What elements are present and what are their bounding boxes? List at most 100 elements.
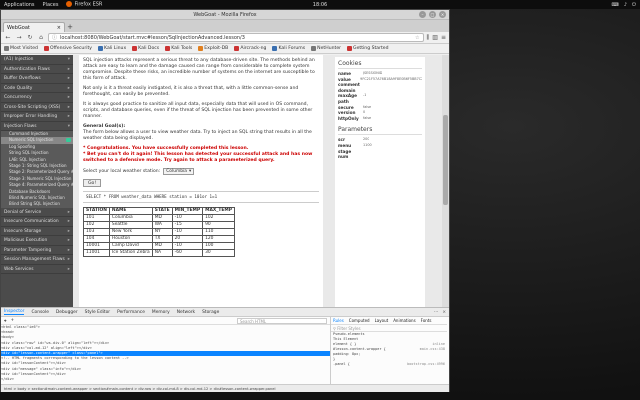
parameters-title: Parameters xyxy=(338,126,422,136)
lesson-category-label: Insecure Communication xyxy=(4,219,59,225)
maximize-icon[interactable]: □ xyxy=(429,11,436,18)
tray-icon[interactable]: ⏻ xyxy=(632,2,636,8)
lesson-category[interactable]: Injection Flaws ▾ xyxy=(1,122,73,131)
cookie-row-value: false xyxy=(363,115,372,120)
devtools-tab[interactable]: Console xyxy=(31,310,48,315)
caret-icon: ▸ xyxy=(67,219,70,225)
lesson-category[interactable]: Denial of Service ▸ xyxy=(1,208,73,218)
table-row: 101 Columbia MD -10 102 xyxy=(83,214,236,222)
close-icon[interactable]: × xyxy=(439,11,446,18)
bookmark-item[interactable]: Aircrack-ng xyxy=(234,46,266,51)
tab-close-icon[interactable]: × xyxy=(57,25,61,31)
lesson-category[interactable]: (A1) Injection ▾ xyxy=(1,55,73,65)
lesson-category[interactable]: Web Services ▸ xyxy=(1,265,73,275)
pick-element-icon[interactable]: ⌖ xyxy=(4,318,6,324)
devtools-tab[interactable]: Style Editor xyxy=(85,310,110,315)
bookmark-icon xyxy=(4,46,9,51)
lesson-category-label: Parameter Tampering xyxy=(4,247,52,253)
forward-icon[interactable]: → xyxy=(15,34,23,42)
rule-source[interactable]: bootstrap.css:4996 xyxy=(407,362,445,367)
station-select[interactable]: Columbia ▾ xyxy=(163,168,195,175)
devtools-tab[interactable]: Network xyxy=(177,310,195,315)
site-info-icon[interactable]: ⓘ xyxy=(52,34,57,41)
rules-tab[interactable]: Animations xyxy=(393,318,415,323)
devtools-tab[interactable]: Storage xyxy=(202,310,219,315)
lesson-category[interactable]: Insecure Storage ▸ xyxy=(1,227,73,237)
lesson-item-label: Numeric SQL Injection xyxy=(9,137,54,143)
reload-icon[interactable]: ↻ xyxy=(26,34,34,42)
search-html-input[interactable]: Search HTML xyxy=(237,317,327,324)
bookmark-star-icon[interactable]: ☆ xyxy=(415,35,419,41)
home-icon[interactable]: ⌂ xyxy=(37,34,45,42)
rules-tab[interactable]: Rules xyxy=(333,318,344,323)
bookmark-item[interactable]: Exploit-DB xyxy=(198,46,228,51)
go-button[interactable]: Go! xyxy=(83,179,102,187)
library-icon[interactable]: ⫼ xyxy=(427,34,430,42)
devtools-breadcrumb[interactable]: html > body > section#main-content-wrapp… xyxy=(1,384,449,392)
rule-source[interactable]: main.css:438 xyxy=(420,347,445,352)
back-icon[interactable]: ← xyxy=(4,34,12,42)
close-devtools-icon[interactable]: × xyxy=(442,310,446,315)
lesson-category[interactable]: Concurrency ▸ xyxy=(1,93,73,103)
tab-webgoat[interactable]: WebGoat × xyxy=(3,22,65,32)
rules-tab[interactable]: Computed xyxy=(349,318,370,323)
caret-icon: ▸ xyxy=(67,66,70,72)
filter-styles-input[interactable]: ⚲ Filter Styles xyxy=(331,325,447,332)
lesson-category-label: Insecure Storage xyxy=(4,228,42,234)
os-app-menu[interactable]: Firefox ESR xyxy=(66,1,102,8)
minimize-icon[interactable]: – xyxy=(419,11,426,18)
url-bar[interactable]: ⓘ localhost :8080/WebGoat/start.mvc#less… xyxy=(48,33,424,42)
lesson-category[interactable]: Improper Error Handling ▸ xyxy=(1,112,73,122)
devtools-tab[interactable]: Performance xyxy=(117,310,145,315)
bookmark-item[interactable]: Kali Linux xyxy=(98,46,126,51)
lesson-category[interactable]: Insecure Communication ▸ xyxy=(1,217,73,227)
lesson-category[interactable]: Code Quality ▸ xyxy=(1,84,73,93)
table-cell: -10 xyxy=(171,214,204,222)
new-tab-icon[interactable]: + xyxy=(65,22,75,32)
lesson-category[interactable]: Session Management Flaws ▸ xyxy=(1,255,73,265)
os-applications-menu[interactable]: Applications xyxy=(4,2,35,8)
lesson-para-1: SQL injection attacks represent a seriou… xyxy=(83,58,315,81)
rules-tab[interactable]: Fonts xyxy=(421,318,432,323)
tray-icon[interactable]: ⌨ xyxy=(612,2,619,8)
parameter-row-key: num xyxy=(338,154,349,160)
rules-tab[interactable]: Layout xyxy=(375,318,389,323)
bookmark-label: Kali Forums xyxy=(278,46,306,51)
caret-icon: ▸ xyxy=(67,257,70,263)
page-scrollbar[interactable] xyxy=(442,55,449,307)
hamburger-menu-icon[interactable]: ≡ xyxy=(441,34,446,42)
table-cell: Houston xyxy=(108,235,153,243)
lesson-category[interactable]: Cross-Site Scripting (XSS) ▸ xyxy=(1,103,73,112)
bookmark-item[interactable]: Kali Tools xyxy=(165,46,192,51)
devtools-tab[interactable]: Inspector xyxy=(4,309,25,315)
scrollbar-thumb[interactable] xyxy=(443,115,448,205)
window-titlebar[interactable]: WebGoat - Mozilla Firefox – □ × xyxy=(1,10,449,20)
parameter-row: num xyxy=(338,154,422,160)
lesson-category[interactable]: Buffer Overflows ▸ xyxy=(1,74,73,84)
sidebar-toggle-icon[interactable]: ▥ xyxy=(432,34,438,42)
table-row: 104 Houston TX 20 120 xyxy=(83,235,236,243)
bookmark-item[interactable]: Offensive Security xyxy=(43,46,92,51)
tray-icon[interactable]: ♪ xyxy=(624,2,627,8)
bookmark-item[interactable]: Getting Started xyxy=(347,46,389,51)
devtools-tab[interactable]: Debugger xyxy=(56,310,78,315)
table-cell: 101 xyxy=(83,214,110,222)
bookmark-item[interactable]: Kali Docs xyxy=(132,46,159,51)
devtools-menu-icon[interactable]: ⋯ xyxy=(434,310,438,315)
bookmark-item[interactable]: Most Visited xyxy=(4,46,38,51)
filter-styles-placeholder: Filter Styles xyxy=(337,325,361,331)
os-tray: ⌨ ♪ ⏻ xyxy=(612,2,636,8)
devtools-tab[interactable]: Memory xyxy=(152,310,170,315)
os-places-menu[interactable]: Places xyxy=(43,2,59,8)
lesson-category[interactable]: Parameter Tampering ▸ xyxy=(1,246,73,256)
bookmark-item[interactable]: NetHunter xyxy=(311,46,341,51)
markup-node[interactable]: </div> xyxy=(1,377,330,382)
bookmark-item[interactable]: Kali Forums xyxy=(272,46,305,51)
station-select-label: Select your local weather station: xyxy=(83,168,161,174)
lesson-category[interactable]: Malicious Execution ▸ xyxy=(1,236,73,246)
lesson-category[interactable]: Authentication Flaws ▸ xyxy=(1,65,73,74)
column-header: MIN_TEMP xyxy=(171,207,204,215)
add-node-icon[interactable]: + xyxy=(10,318,14,323)
lesson-category-label: Cross-Site Scripting (XSS) xyxy=(4,104,61,110)
os-app-label: Firefox ESR xyxy=(74,1,103,8)
